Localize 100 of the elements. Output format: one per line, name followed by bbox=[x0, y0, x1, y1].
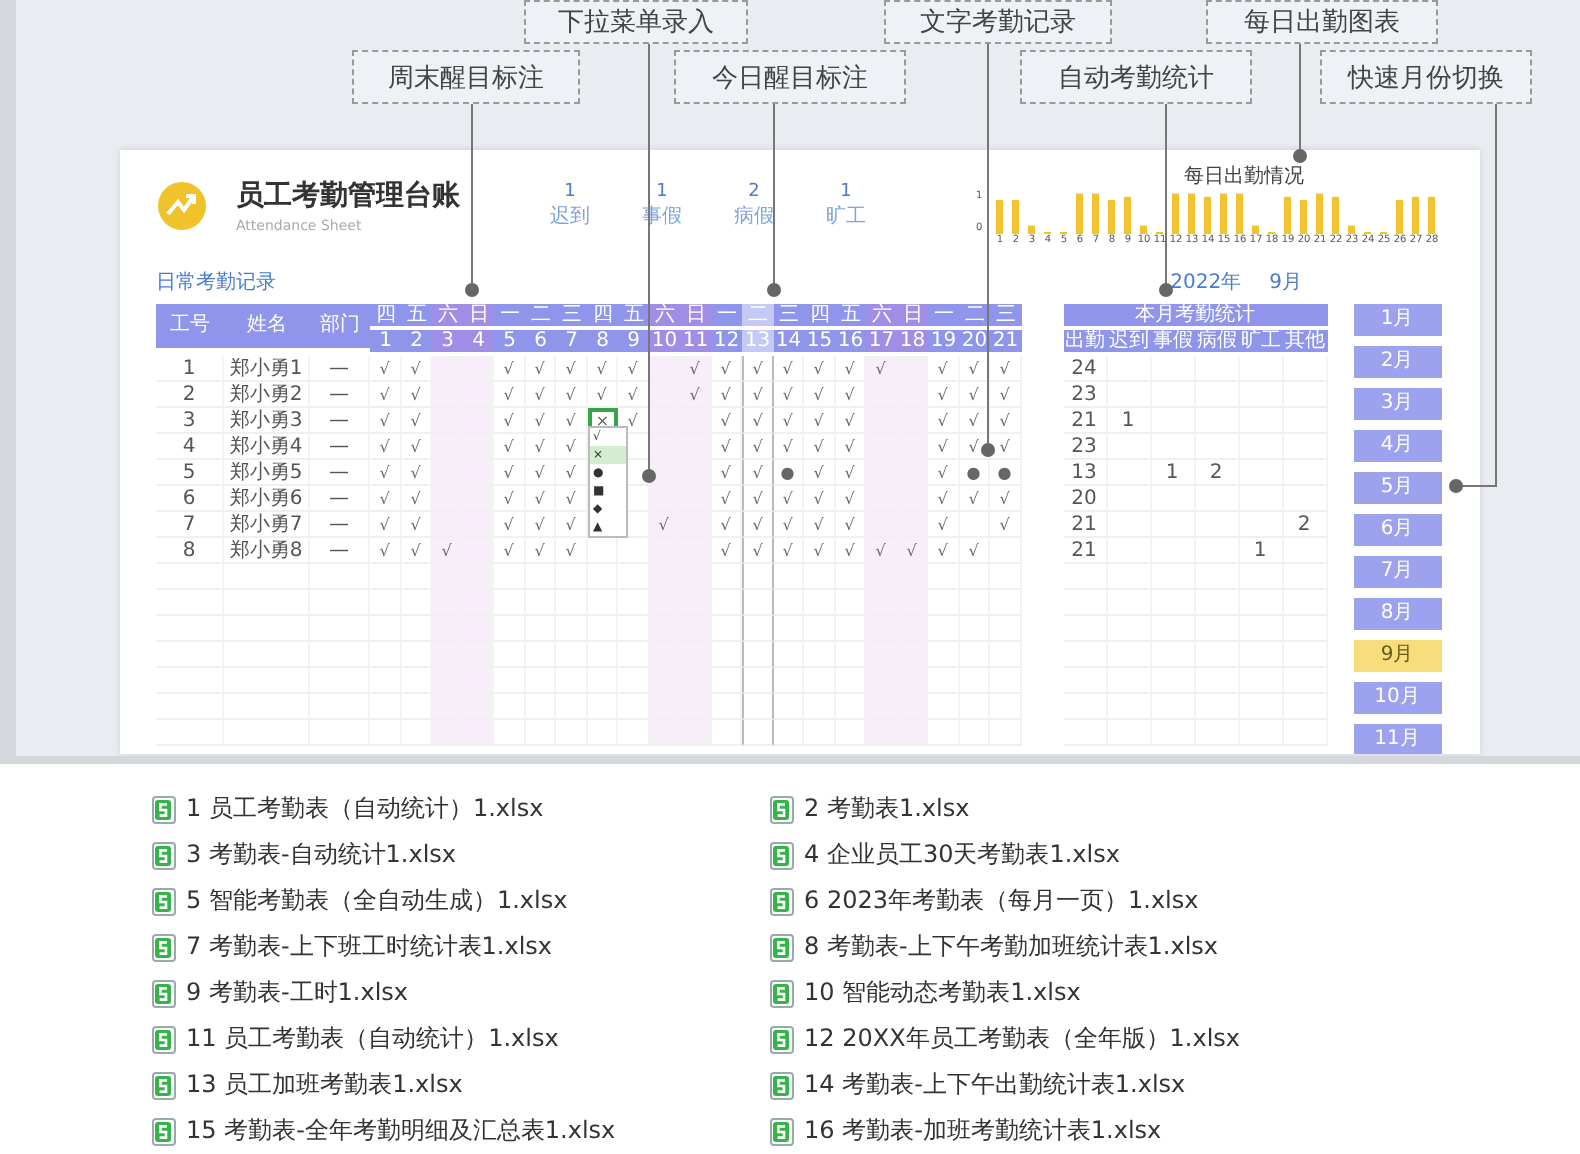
table-cell: √ bbox=[928, 538, 959, 564]
weekday-header: 四 bbox=[804, 304, 835, 326]
file-name[interactable]: 13 员工加班考勤表1.xlsx bbox=[186, 1068, 463, 1102]
table-cell: √ bbox=[556, 356, 587, 382]
file-name[interactable]: 7 考勤表-上下班工时统计表1.xlsx bbox=[186, 930, 553, 964]
date-header: 9 bbox=[618, 330, 649, 352]
file-name[interactable]: 1 员工考勤表（自动统计）1.xlsx bbox=[186, 792, 544, 826]
weekday-header: 六 bbox=[432, 304, 463, 326]
table-cell: 2 bbox=[1283, 512, 1327, 538]
table-cell: √ bbox=[773, 538, 804, 564]
table-cell: √ bbox=[742, 460, 773, 486]
date-header: 3 bbox=[432, 330, 463, 352]
weekday-header: 二 bbox=[742, 304, 773, 326]
table-cell bbox=[711, 694, 742, 720]
table-cell: 5 bbox=[156, 460, 224, 486]
table-cell: √ bbox=[525, 538, 556, 564]
table-cell: √ bbox=[370, 382, 401, 408]
table-cell: — bbox=[310, 434, 370, 460]
file-name[interactable]: 16 考勤表-加班考勤统计表1.xlsx bbox=[804, 1114, 1162, 1148]
weekday-header: 三 bbox=[773, 304, 804, 326]
table-cell: √ bbox=[401, 486, 432, 512]
spreadsheet-file-icon bbox=[152, 979, 176, 1007]
table-cell: √ bbox=[928, 434, 959, 460]
table-cell: √ bbox=[618, 382, 649, 408]
file-name[interactable]: 4 企业员工30天考勤表1.xlsx bbox=[804, 838, 1120, 872]
table-cell: √ bbox=[742, 538, 773, 564]
table-cell bbox=[773, 616, 804, 642]
table-cell bbox=[773, 642, 804, 668]
table-cell: √ bbox=[494, 538, 525, 564]
stats-title: 本月考勤统计 bbox=[1063, 304, 1327, 326]
table-cell: √ bbox=[990, 434, 1021, 460]
table-cell: √ bbox=[711, 512, 742, 538]
table-cell: 7 bbox=[156, 512, 224, 538]
table-cell: 6 bbox=[156, 486, 224, 512]
file-name[interactable]: 2 考勤表1.xlsx bbox=[804, 792, 970, 826]
table-cell bbox=[649, 408, 680, 434]
table-cell: √ bbox=[835, 538, 866, 564]
summary-value: 1 bbox=[840, 181, 852, 201]
table-cell: √ bbox=[432, 538, 463, 564]
file-name[interactable]: 3 考勤表-自动统计1.xlsx bbox=[186, 838, 457, 872]
weekday-header: 五 bbox=[835, 304, 866, 326]
summary-value: 1 bbox=[564, 181, 576, 201]
file-name[interactable]: 15 考勤表-全年考勤明细及汇总表1.xlsx bbox=[186, 1114, 616, 1148]
date-header: 5 bbox=[494, 330, 525, 352]
table-cell: √ bbox=[525, 486, 556, 512]
column-header: 姓名 bbox=[224, 304, 310, 348]
table-cell: √ bbox=[835, 512, 866, 538]
date-header: 14 bbox=[773, 330, 804, 352]
table-cell: √ bbox=[928, 512, 959, 538]
file-name[interactable]: 11 员工考勤表（自动统计）1.xlsx bbox=[186, 1022, 559, 1056]
table-cell: √ bbox=[494, 512, 525, 538]
table-cell: √ bbox=[835, 382, 866, 408]
table-cell: 21 bbox=[1063, 408, 1107, 434]
table-cell: √ bbox=[742, 486, 773, 512]
spreadsheet-file-icon bbox=[770, 979, 794, 1007]
table-cell: √ bbox=[680, 356, 711, 382]
weekday-header: 二 bbox=[525, 304, 556, 326]
column-header: 工号 bbox=[156, 304, 224, 348]
file-name[interactable]: 14 考勤表-上下午出勤统计表1.xlsx bbox=[804, 1068, 1186, 1102]
weekday-header: 一 bbox=[494, 304, 525, 326]
spreadsheet-file-icon bbox=[152, 1025, 176, 1053]
table-cell: 郑小勇4 bbox=[224, 434, 310, 460]
table-cell bbox=[742, 564, 773, 590]
table-cell: √ bbox=[928, 408, 959, 434]
table-cell: √ bbox=[556, 460, 587, 486]
table-cell bbox=[711, 590, 742, 616]
table-cell: √ bbox=[804, 434, 835, 460]
weekday-header: 日 bbox=[897, 304, 928, 326]
table-cell: √ bbox=[804, 382, 835, 408]
file-name[interactable]: 10 智能动态考勤表1.xlsx bbox=[804, 976, 1081, 1010]
table-cell: √ bbox=[711, 486, 742, 512]
table-cell: √ bbox=[556, 538, 587, 564]
spreadsheet-file-icon bbox=[152, 933, 176, 961]
table-cell: 13 bbox=[1063, 460, 1107, 486]
table-cell: √ bbox=[494, 356, 525, 382]
month-button[interactable]: 9月 bbox=[1353, 640, 1441, 672]
callout-label: 快速月份切换 bbox=[1320, 50, 1532, 104]
file-name[interactable]: 12 20XX年员工考勤表（全年版）1.xlsx bbox=[804, 1022, 1241, 1056]
file-name[interactable]: 8 考勤表-上下午考勤加班统计表1.xlsx bbox=[804, 930, 1219, 964]
logo-icon bbox=[156, 179, 208, 231]
table-cell: √ bbox=[494, 434, 525, 460]
table-cell: √ bbox=[556, 512, 587, 538]
table-cell: 2 bbox=[156, 382, 224, 408]
file-name[interactable]: 9 考勤表-工时1.xlsx bbox=[186, 976, 409, 1010]
table-cell: — bbox=[310, 486, 370, 512]
file-name[interactable]: 5 智能考勤表（全自动生成）1.xlsx bbox=[186, 884, 568, 918]
file-name[interactable]: 6 2023年考勤表（每月一页）1.xlsx bbox=[804, 884, 1199, 918]
table-cell: √ bbox=[959, 538, 990, 564]
table-cell: √ bbox=[804, 460, 835, 486]
spreadsheet-file-icon bbox=[152, 795, 176, 823]
table-cell: — bbox=[310, 408, 370, 434]
table-cell: √ bbox=[742, 512, 773, 538]
date-header: 8 bbox=[587, 330, 618, 352]
table-cell bbox=[711, 564, 742, 590]
table-cell: 郑小勇6 bbox=[224, 486, 310, 512]
table-cell: ● bbox=[773, 460, 804, 486]
summary-label: 病假 bbox=[734, 203, 774, 229]
date-header: 2 bbox=[401, 330, 432, 352]
table-cell: √ bbox=[556, 382, 587, 408]
weekday-header: 六 bbox=[649, 304, 680, 326]
